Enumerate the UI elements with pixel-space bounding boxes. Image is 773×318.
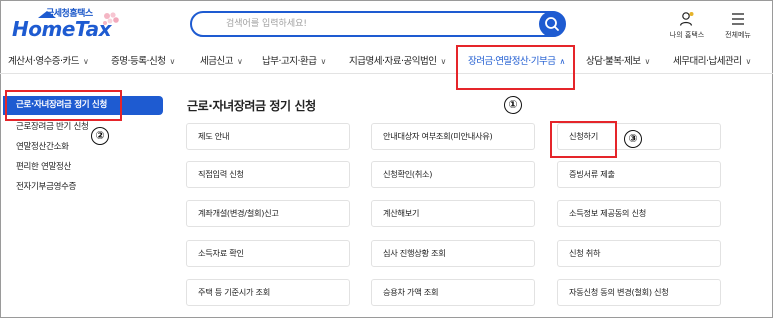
nav-item-label: 증명·등록·신청	[111, 56, 166, 67]
nav-item-invoice[interactable]: 계산서·영수증·카드 ∨	[8, 53, 89, 67]
sidebar-item-convenient-settlement[interactable]: 편리한 연말정산	[3, 158, 163, 177]
nav-item-statement[interactable]: 지급명세·자료·공익법인 ∨	[349, 53, 446, 67]
chevron-down-icon: ∨	[644, 57, 650, 66]
nav-item-consult[interactable]: 상담·불복·제보 ∨	[586, 53, 650, 67]
card-submit-documents[interactable]: 증빙서류 제출	[557, 161, 721, 188]
annotation-box-apply	[550, 121, 617, 158]
card-system-guide[interactable]: 제도 안내	[186, 123, 350, 150]
nav-item-label: 납부·고지·환급	[262, 56, 317, 67]
card-application-status[interactable]: 신청확인(취소)	[371, 161, 535, 188]
chevron-down-icon: ∨	[440, 57, 446, 66]
card-housing-price[interactable]: 주택 등 기준시가 조회	[186, 279, 350, 306]
blossom-icon	[103, 12, 119, 25]
nav-item-payment[interactable]: 납부·고지·환급 ∨	[262, 53, 326, 67]
user-icon	[679, 12, 694, 26]
main-nav: 계산서·영수증·카드 ∨ 증명·등록·신청 ∨ 세금신고 ∨ 납부·고지·환급 ∨ 지급…	[0, 46, 773, 74]
search-icon	[545, 17, 559, 31]
my-hometax-label: 나의 홈택스	[669, 31, 705, 39]
card-income-consent[interactable]: 소득정보 제공동의 신청	[557, 200, 721, 227]
nav-item-label: 세금신고	[200, 56, 233, 67]
chevron-down-icon: ∨	[745, 57, 751, 66]
all-menu-button[interactable]: 전체메뉴	[713, 9, 763, 39]
annotation-box-sidebar	[5, 90, 122, 121]
nav-item-label: 세무대리·납세관리	[673, 56, 742, 67]
card-auto-consent-change[interactable]: 자동신청 동의 변경(철회) 신청	[557, 279, 721, 306]
search-bar[interactable]	[190, 11, 566, 37]
annotation-box-nav	[456, 45, 575, 90]
sidebar-item-simplified-settlement[interactable]: 연말정산간소화	[3, 138, 163, 157]
all-menu-label: 전체메뉴	[725, 31, 751, 39]
annotation-marker-3: ③	[624, 130, 642, 148]
card-withdraw[interactable]: 신청 취하	[557, 240, 721, 267]
chevron-down-icon: ∨	[82, 57, 89, 66]
my-hometax-button[interactable]: 나의 홈택스	[662, 9, 712, 39]
page-title: 근로·자녀장려금 정기 신청	[187, 99, 316, 113]
nav-item-certificate[interactable]: 증명·등록·신청 ∨	[111, 53, 175, 67]
chevron-down-icon: ∨	[169, 57, 175, 66]
nav-item-label: 지급명세·자료·공익법인	[349, 56, 437, 67]
annotation-marker-1: ①	[504, 96, 522, 114]
nav-item-label: 계산서·영수증·카드	[8, 56, 79, 67]
nav-item-tax-filing[interactable]: 세금신고 ∨	[200, 53, 243, 67]
card-income-check[interactable]: 소득자료 확인	[186, 240, 350, 267]
logo-title: HomeTax	[12, 17, 112, 41]
chevron-down-icon: ∨	[320, 57, 326, 66]
annotation-marker-2: ②	[91, 127, 109, 145]
card-vehicle-price[interactable]: 승용차 가액 조회	[371, 279, 535, 306]
card-eligibility-check[interactable]: 안내대상자 여부조회(미안내사유)	[371, 123, 535, 150]
search-input[interactable]	[226, 16, 526, 32]
card-direct-input[interactable]: 직접입력 신청	[186, 161, 350, 188]
nav-item-tax-agent[interactable]: 세무대리·납세관리 ∨	[673, 53, 751, 67]
nav-item-label: 상담·불복·제보	[586, 56, 641, 67]
menu-icon	[732, 13, 744, 25]
card-review-status[interactable]: 심사 진행상황 조회	[371, 240, 535, 267]
search-button[interactable]	[539, 11, 565, 37]
card-calculator[interactable]: 계산해보기	[371, 200, 535, 227]
card-account-registration[interactable]: 계좌개설(변경/철회)신고	[186, 200, 350, 227]
chevron-down-icon: ∨	[236, 57, 243, 66]
hometax-logo[interactable]: 국세청홈택스 HomeTax	[8, 6, 123, 41]
sidebar-item-donation-receipt[interactable]: 전자기부금영수증	[3, 178, 163, 197]
